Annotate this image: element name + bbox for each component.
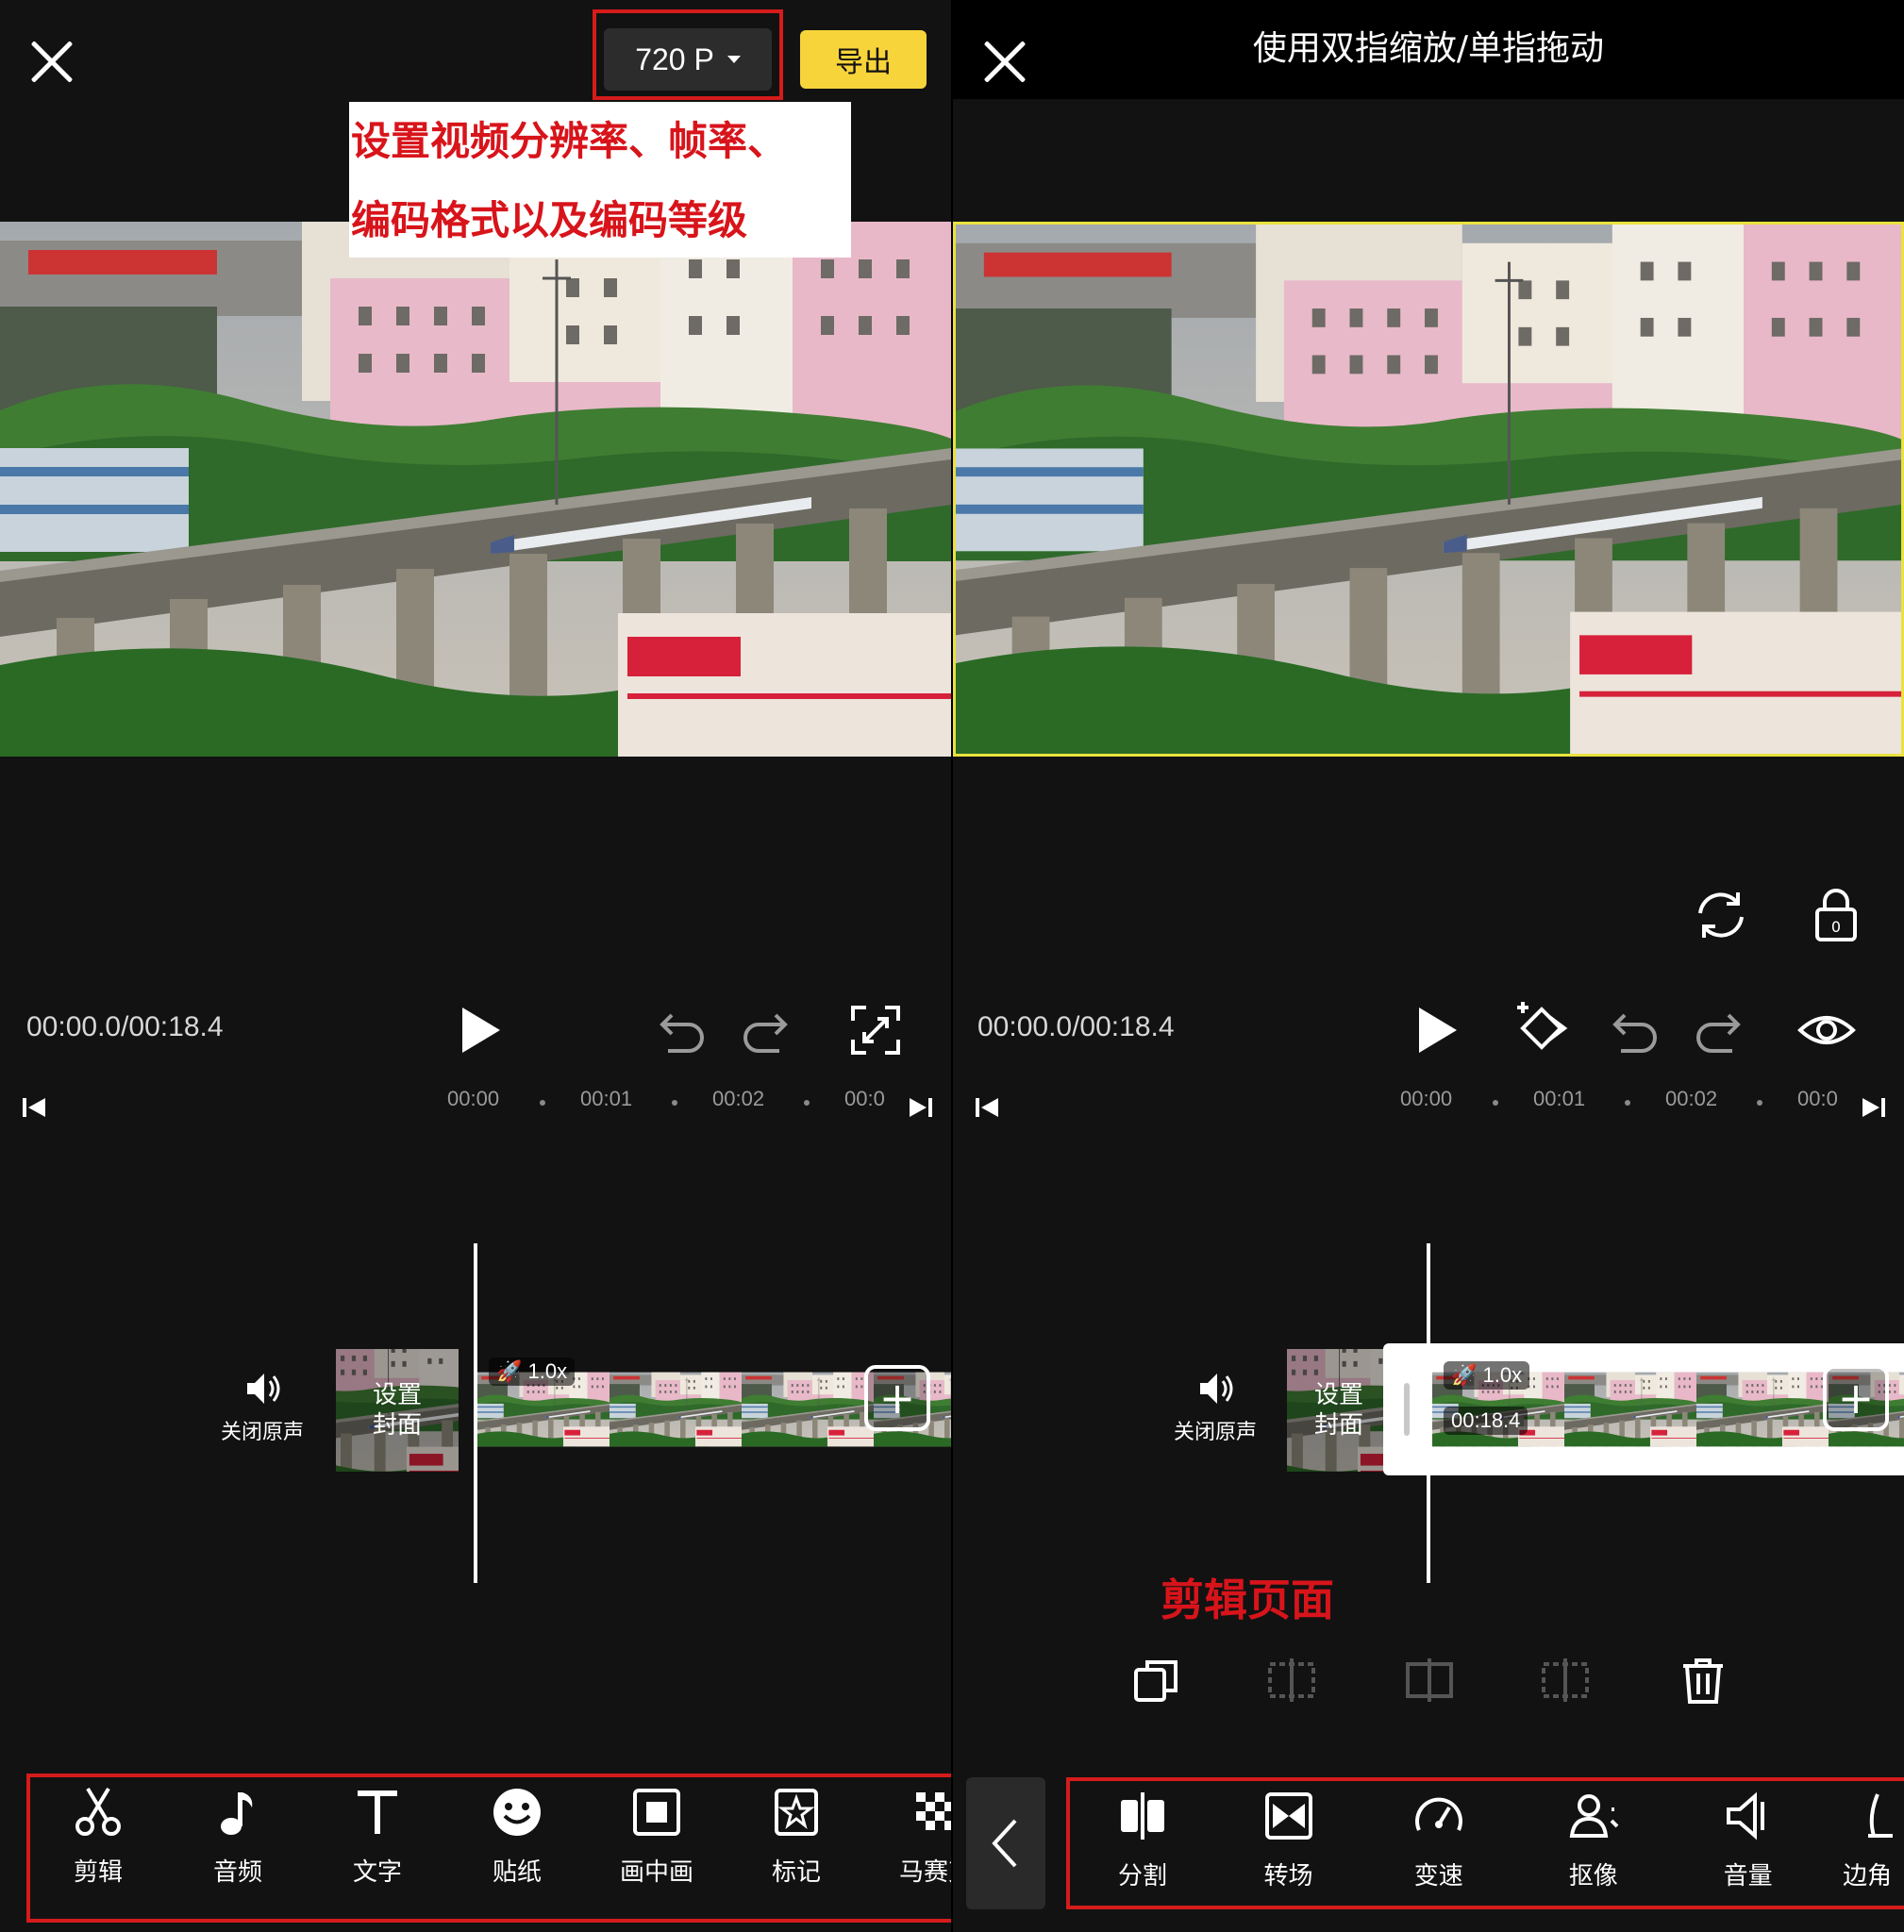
speaker-icon bbox=[247, 1374, 280, 1404]
video-preview-selected[interactable] bbox=[953, 222, 1904, 757]
playback-time: 00:00.0/00:18.4 bbox=[26, 1011, 224, 1042]
lock-icon[interactable]: 0 bbox=[1806, 885, 1866, 945]
speed-badge: 🚀 1.0x bbox=[1444, 1361, 1530, 1390]
cover-label: 设置 封面 bbox=[1287, 1349, 1391, 1472]
close-icon[interactable] bbox=[28, 38, 75, 85]
redo-icon[interactable] bbox=[736, 1000, 796, 1060]
skip-to-end-icon[interactable] bbox=[904, 1091, 938, 1124]
ruler-tick: 00:02 bbox=[712, 1087, 765, 1110]
back-button[interactable] bbox=[966, 1777, 1045, 1909]
video-clip-strip-selected[interactable]: 🚀 1.0x 00:18.4 + bbox=[1432, 1348, 1904, 1471]
ruler-tick: 00:0 bbox=[1797, 1087, 1838, 1110]
skip-to-end-icon[interactable] bbox=[1857, 1091, 1891, 1124]
mute-label: 关闭原声 bbox=[1173, 1421, 1257, 1444]
trim-handle-left[interactable] bbox=[1404, 1383, 1410, 1436]
copy-icon[interactable] bbox=[1128, 1653, 1183, 1707]
cover-label: 设置 封面 bbox=[336, 1349, 459, 1472]
chevron-left-icon bbox=[992, 1819, 1017, 1868]
ruler-tick: 00:01 bbox=[1533, 1087, 1586, 1110]
undo-icon[interactable] bbox=[1604, 1000, 1664, 1060]
export-button[interactable]: 导出 bbox=[800, 30, 927, 89]
playhead[interactable] bbox=[1427, 1243, 1430, 1583]
video-clip-strip[interactable]: 🚀 1.0x + bbox=[477, 1344, 951, 1474]
split-right-icon bbox=[1542, 1658, 1589, 1702]
ruler-dot bbox=[804, 1100, 810, 1106]
annotation-box-toolbar bbox=[26, 1774, 951, 1923]
mute-original-audio-button[interactable]: 关闭原声 bbox=[206, 1368, 319, 1445]
skip-to-start-icon[interactable] bbox=[970, 1091, 1004, 1124]
annotation-box-toolbar bbox=[1066, 1777, 1904, 1909]
ruler-tick: 00:00 bbox=[447, 1087, 500, 1110]
add-keyframe-icon[interactable] bbox=[1510, 998, 1570, 1058]
speed-badge: 🚀 1.0x bbox=[489, 1357, 576, 1386]
play-icon[interactable] bbox=[1406, 1000, 1466, 1060]
split-middle-icon bbox=[1406, 1658, 1453, 1702]
top-bar: 720 P 导出 bbox=[0, 0, 951, 100]
ruler-dot bbox=[672, 1100, 677, 1106]
speaker-icon bbox=[1200, 1374, 1233, 1404]
playhead[interactable] bbox=[474, 1243, 477, 1583]
top-bar: 使用双指缩放/单指拖动 bbox=[953, 0, 1904, 99]
add-clip-button[interactable]: + bbox=[1823, 1365, 1889, 1431]
video-frame bbox=[956, 225, 1901, 754]
callout-line-2: 编码格式以及编码等级 bbox=[351, 197, 748, 243]
redo-icon[interactable] bbox=[1689, 1000, 1749, 1060]
svg-text:0: 0 bbox=[1831, 918, 1841, 936]
clip-edit-panel: 使用双指缩放/单指拖动 0 00:00.0/00:18.4 00:00 00:0… bbox=[953, 0, 1904, 1932]
set-cover-button[interactable]: 设置 封面 bbox=[1287, 1349, 1391, 1472]
speed-value: 1.0x bbox=[1482, 1363, 1523, 1387]
split-left-icon bbox=[1268, 1658, 1315, 1702]
set-cover-button[interactable]: 设置 封面 bbox=[336, 1349, 459, 1472]
ruler-tick: 00:0 bbox=[844, 1087, 885, 1110]
ruler-tick: 00:01 bbox=[580, 1087, 633, 1110]
ruler-dot bbox=[1757, 1100, 1762, 1106]
mute-label: 关闭原声 bbox=[220, 1421, 304, 1444]
mute-original-audio-button[interactable]: 关闭原声 bbox=[1159, 1368, 1272, 1445]
ruler-tick: 00:02 bbox=[1665, 1087, 1718, 1110]
video-preview[interactable] bbox=[0, 222, 951, 757]
eye-icon[interactable] bbox=[1796, 1000, 1857, 1060]
playback-time: 00:00.0/00:18.4 bbox=[977, 1011, 1175, 1042]
trash-icon[interactable] bbox=[1676, 1653, 1730, 1707]
annotation-callout: 设置视频分辨率、帧率、 编码格式以及编码等级 bbox=[349, 102, 851, 258]
ruler-dot bbox=[1625, 1100, 1630, 1106]
annotation-box-resolution bbox=[593, 9, 783, 100]
editor-main-panel: 720 P 导出 设置视频分辨率、帧率、 编码格式以及编码等级 00:00.0/… bbox=[0, 0, 951, 1932]
speed-value: 1.0x bbox=[527, 1359, 568, 1383]
skip-to-start-icon[interactable] bbox=[17, 1091, 51, 1124]
video-frame bbox=[0, 222, 951, 757]
ruler-dot bbox=[1493, 1100, 1498, 1106]
annotation-label: 剪辑页面 bbox=[1161, 1574, 1334, 1625]
ruler-dot bbox=[540, 1100, 545, 1106]
callout-line-1: 设置视频分辨率、帧率、 bbox=[351, 118, 788, 164]
gesture-hint-title: 使用双指缩放/单指拖动 bbox=[1252, 29, 1605, 68]
fullscreen-icon[interactable] bbox=[845, 1000, 906, 1060]
rotate-sync-icon[interactable] bbox=[1691, 885, 1751, 945]
clip-duration: 00:18.4 bbox=[1444, 1407, 1528, 1435]
add-clip-button[interactable]: + bbox=[864, 1365, 930, 1431]
ruler-tick: 00:00 bbox=[1400, 1087, 1453, 1110]
play-icon[interactable] bbox=[449, 1000, 509, 1060]
undo-icon[interactable] bbox=[651, 1000, 711, 1060]
